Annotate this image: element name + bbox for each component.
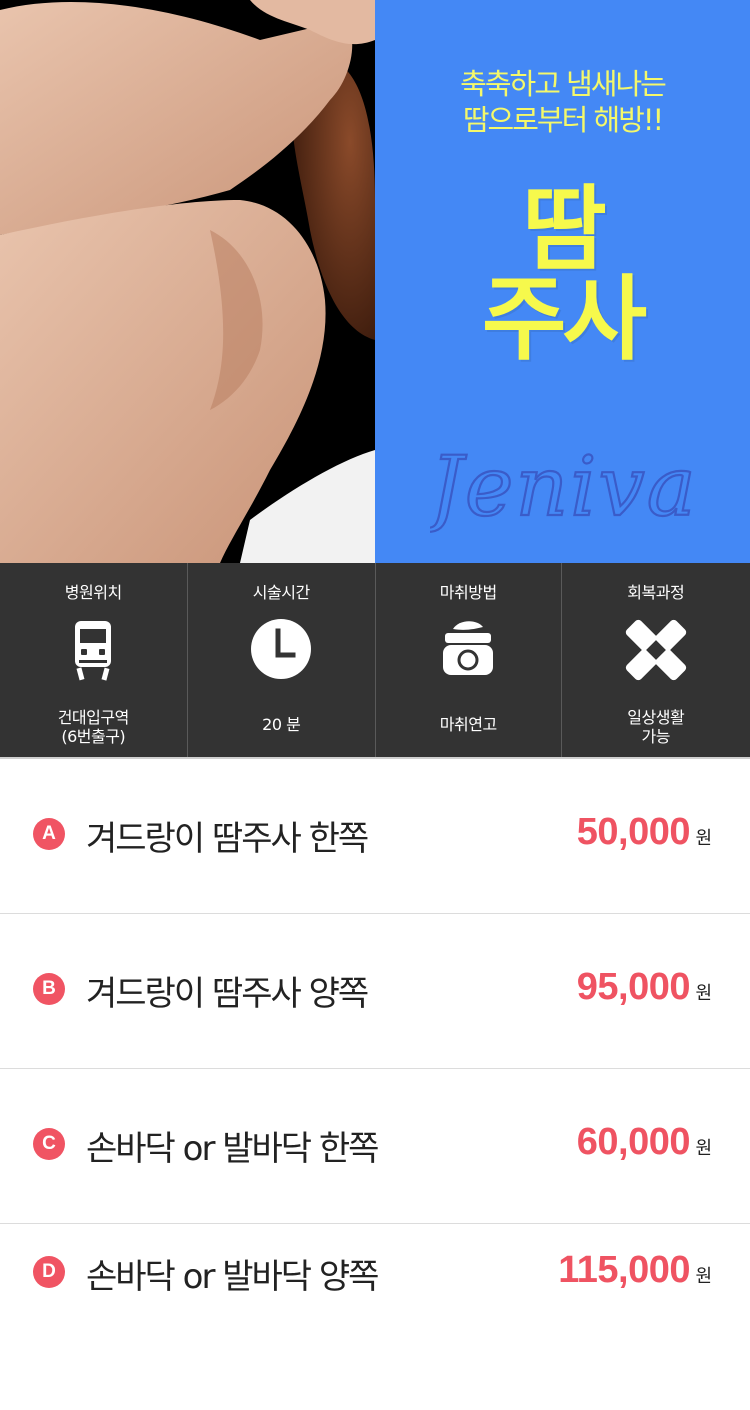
info-title-recovery: 회복과정 — [627, 583, 685, 602]
svg-text:Jeniva: Jeniva — [430, 440, 698, 535]
price-row-d: D 손바닥 or 발바닥 양쪽 115,000 원 — [0, 1224, 750, 1384]
price-unit: 원 — [695, 1266, 712, 1287]
hero-banner: 축축하고 냄새나는 땀으로부터 해방!! 땀 주사 Jeniva — [0, 0, 750, 563]
info-value-recovery-line-2: 가능 — [641, 727, 671, 746]
info-title-anesthesia: 마취방법 — [439, 583, 497, 602]
info-value-location: 건대입구역 (6번출구) — [0, 708, 187, 746]
jeniva-script-logo: Jeniva — [430, 439, 698, 536]
info-value-location-line-1: 건대입구역 — [57, 708, 130, 727]
info-value-anesthesia: 마취연고 — [439, 715, 497, 734]
price-item-label: 겨드랑이 땀주사 양쪽 — [86, 974, 369, 1014]
bandage-icon — [625, 619, 686, 681]
info-value-duration: 20 분 — [262, 715, 301, 734]
info-cell-duration: 시술시간 20 분 — [186, 563, 376, 757]
price-amount: 95,000 — [576, 966, 691, 1008]
price-unit: 원 — [695, 828, 712, 849]
info-cell-recovery: 회복과정 일상생활 가능 — [560, 563, 750, 757]
info-cell-location: 병원위치 건대입구역 (6번출구) — [0, 563, 187, 757]
price-item-label: 겨드랑이 땀주사 한쪽 — [86, 819, 369, 859]
info-value-recovery: 일상생활 가능 — [562, 708, 750, 746]
option-badge: B — [33, 973, 65, 1005]
option-badge: C — [33, 1128, 65, 1160]
price-item-label: 손바닥 or 발바닥 양쪽 — [86, 1257, 379, 1297]
hero-tagline-line-1: 축축하고 냄새나는 — [460, 67, 667, 101]
option-badge: A — [33, 818, 65, 850]
price-row-c: C 손바닥 or 발바닥 한쪽 60,000 원 — [0, 1069, 750, 1224]
price-unit: 원 — [695, 983, 712, 1004]
option-badge: D — [33, 1256, 65, 1288]
info-value-recovery-line-1: 일상생활 — [627, 708, 685, 727]
price-amount: 60,000 — [576, 1121, 691, 1163]
price-list: A 겨드랑이 땀주사 한쪽 50,000 원 B 겨드랑이 땀주사 양쪽 95,… — [0, 759, 750, 1384]
hero-photo — [0, 0, 375, 563]
price-unit: 원 — [695, 1138, 712, 1159]
procedure-info-bar: 병원위치 건대입구역 (6번출구) 시술시간 20 분 마취방법 마취연고 회복… — [0, 563, 750, 759]
info-value-location-line-2: (6번출구) — [61, 727, 126, 746]
price-amount: 115,000 — [558, 1249, 690, 1291]
price-row-a: A 겨드랑이 땀주사 한쪽 50,000 원 — [0, 759, 750, 914]
hero-title-line-1: 땀 — [522, 176, 607, 283]
info-title-location: 병원위치 — [64, 583, 122, 602]
info-title-duration: 시술시간 — [252, 583, 310, 602]
promo-panel: 축축하고 냄새나는 땀으로부터 해방!! 땀 주사 Jeniva — [375, 0, 750, 563]
hero-title-line-2: 주사 — [481, 266, 647, 373]
train-icon — [75, 621, 112, 681]
price-row-b: B 겨드랑이 땀주사 양쪽 95,000 원 — [0, 914, 750, 1069]
price-item-label: 손바닥 or 발바닥 한쪽 — [86, 1129, 379, 1169]
hero-tagline-line-2: 땀으로부터 해방!! — [462, 103, 664, 137]
ointment-jar-icon — [443, 621, 494, 675]
price-amount: 50,000 — [576, 811, 691, 853]
clock-icon — [251, 619, 312, 679]
info-cell-anesthesia: 마취방법 마취연고 — [375, 563, 561, 757]
